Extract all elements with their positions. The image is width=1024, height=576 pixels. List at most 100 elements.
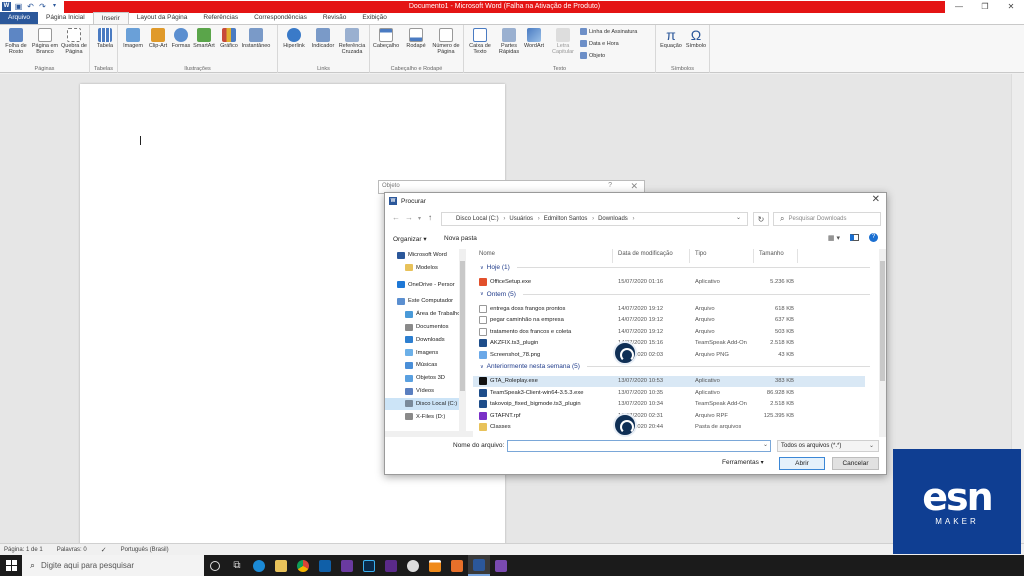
nav-item[interactable]: Vídeos: [385, 385, 459, 397]
nav-item[interactable]: X-Files (D:): [385, 411, 459, 423]
nav-item[interactable]: Microsoft Word: [385, 249, 459, 261]
tab-arquivo[interactable]: Arquivo: [0, 12, 39, 24]
file-row[interactable]: Screenshot_78.png 14/07/2020 02:03 Arquivo…: [473, 350, 865, 361]
cover-page-button[interactable]: Folha de Rosto: [1, 28, 31, 55]
word-taskbar-button[interactable]: [468, 555, 490, 576]
file-row[interactable]: pegar caminhão na empresa 14/07/2020 19:1…: [473, 315, 865, 326]
file-row[interactable]: takovoip_fixed_bigmode.ts3_plugin 13/07/2…: [473, 399, 865, 410]
file-name-input[interactable]: [507, 440, 771, 452]
recent-dropdown-icon[interactable]: ▾: [418, 215, 421, 222]
date-time-button[interactable]: Data e Hora: [580, 40, 619, 47]
file-list-scrollbar[interactable]: [879, 249, 886, 437]
app-orange-button[interactable]: [446, 555, 468, 576]
screenshot-button[interactable]: Instantâneo: [241, 28, 271, 49]
app-purple3-button[interactable]: [490, 555, 512, 576]
signature-line-button[interactable]: Linha de Assinatura: [580, 28, 637, 35]
file-row[interactable]: tratamento dos francos e coleta 14/07/202…: [473, 327, 865, 338]
nav-item[interactable]: Downloads: [385, 334, 459, 346]
edge-button[interactable]: [248, 555, 270, 576]
app-white-button[interactable]: [402, 555, 424, 576]
customize-toolbar-icon[interactable]: ▾: [50, 2, 59, 11]
nav-item[interactable]: Objetos 3D: [385, 372, 459, 384]
scroll-thumb[interactable]: [460, 261, 465, 391]
object-button[interactable]: Objeto: [580, 52, 605, 59]
file-type-select[interactable]: Todos os arquivos (*.*) ⌄: [777, 440, 879, 452]
file-row[interactable]: OfficeSetup.exe 15/07/2020 01:16 Aplicativ…: [473, 277, 865, 288]
tools-button[interactable]: Ferramentas ▾: [722, 459, 764, 466]
nav-item[interactable]: OneDrive - Persor: [385, 279, 459, 291]
file-row[interactable]: Classes 12/07/2020 20:44 Pasta de arquivos: [473, 422, 865, 433]
vegas-button[interactable]: [314, 555, 336, 576]
tab-layout[interactable]: Layout da Página: [129, 12, 196, 24]
nav-item[interactable]: Documentos: [385, 321, 459, 333]
file-group-header[interactable]: ∨ Anteriormente nesta semana (5): [480, 363, 870, 370]
file-name-dropdown-icon[interactable]: ⌄: [763, 441, 768, 448]
nav-item[interactable]: Este Computador: [385, 295, 459, 307]
column-date[interactable]: Data de modificação: [618, 251, 673, 257]
address-bar[interactable]: Disco Local (C:) Usuários Edmilton Santo…: [441, 212, 748, 226]
chrome-button[interactable]: [292, 555, 314, 576]
redo-icon[interactable]: ↷: [38, 2, 47, 11]
taskbar-search[interactable]: ⌕ Digite aqui para pesquisar: [22, 555, 204, 576]
footer-button[interactable]: Rodapé: [401, 28, 431, 49]
help-icon[interactable]: ?: [869, 233, 878, 242]
up-arrow-icon[interactable]: ↑: [428, 213, 432, 222]
page-number-button[interactable]: Número de Página: [431, 28, 461, 55]
nav-item[interactable]: Músicas: [385, 359, 459, 371]
photoshop-button[interactable]: [358, 555, 380, 576]
organize-button[interactable]: Organizar ▾: [393, 235, 427, 243]
tab-revisao[interactable]: Revisão: [315, 12, 354, 24]
file-row[interactable]: GTAFNT.rpf 12/07/2020 02:31 Arquivo RPF 125…: [473, 411, 865, 422]
symbol-button[interactable]: Ω Símbolo: [681, 28, 711, 49]
new-folder-button[interactable]: Nova pasta: [444, 235, 477, 242]
explorer-button[interactable]: [270, 555, 292, 576]
page-count[interactable]: Página: 1 de 1: [4, 547, 43, 553]
page-break-button[interactable]: Quebra de Página: [59, 28, 89, 55]
proofing-icon[interactable]: ✓: [101, 546, 107, 554]
object-dialog-help-button[interactable]: ?: [608, 182, 612, 189]
file-group-header[interactable]: ∨ Hoje (1): [480, 264, 870, 271]
column-name[interactable]: Nome: [479, 251, 495, 257]
minimize-button[interactable]: —: [946, 0, 972, 13]
file-row[interactable]: entrega doss frangos prontos 14/07/2020 1…: [473, 304, 865, 315]
nav-item[interactable]: Disco Local (C:): [385, 397, 459, 410]
language-status[interactable]: Português (Brasil): [121, 547, 169, 553]
breadcrumb-item[interactable]: Disco Local (C:): [456, 216, 505, 222]
breadcrumb-item[interactable]: Downloads: [598, 216, 634, 222]
nav-item[interactable]: Modelos: [385, 262, 459, 274]
nav-item[interactable]: Imagens: [385, 347, 459, 359]
restore-button[interactable]: ❐: [972, 0, 998, 13]
cortana-button[interactable]: [204, 555, 226, 576]
file-row[interactable]: GTA_Roleplay.exe 13/07/2020 10:53 Aplicati…: [473, 376, 865, 387]
header-button[interactable]: Cabeçalho: [371, 28, 401, 49]
undo-icon[interactable]: ↶: [26, 2, 35, 11]
bookmark-button[interactable]: Indicador: [308, 28, 338, 49]
tab-exibicao[interactable]: Exibição: [354, 12, 395, 24]
chart-button[interactable]: Gráfico: [214, 28, 244, 49]
view-options-icon[interactable]: ▦ ▾: [828, 234, 840, 242]
nav-item[interactable]: Área de Trabalho: [385, 308, 460, 320]
start-button[interactable]: [0, 555, 22, 576]
wordart-button[interactable]: WordArt: [519, 28, 549, 49]
tab-referencias[interactable]: Referências: [195, 12, 246, 24]
open-button[interactable]: Abrir: [779, 457, 825, 470]
drop-cap-button[interactable]: Letra Capitular: [548, 28, 578, 55]
horizontal-scrollbar[interactable]: [385, 431, 473, 437]
table-button[interactable]: Tabela: [90, 28, 120, 49]
preview-pane-icon[interactable]: [850, 234, 859, 241]
cancel-button[interactable]: Cancelar: [832, 457, 879, 470]
column-type[interactable]: Tipo: [695, 251, 706, 257]
dialog-close-button[interactable]: ✕: [872, 194, 880, 205]
vlc-button[interactable]: [424, 555, 446, 576]
word-count[interactable]: Palavras: 0: [57, 547, 87, 553]
folder-search[interactable]: ⌕ Pesquisar Downloads: [773, 212, 881, 226]
save-icon[interactable]: ▣: [14, 2, 23, 11]
file-group-header[interactable]: ∨ Ontem (5): [480, 291, 870, 298]
tab-inserir[interactable]: Inserir: [92, 12, 129, 24]
address-dropdown-icon[interactable]: ⌄: [736, 214, 741, 221]
app-purple-button[interactable]: [336, 555, 358, 576]
close-button[interactable]: ✕: [998, 0, 1024, 13]
back-arrow-icon[interactable]: ←: [392, 213, 400, 222]
tab-pagina-inicial[interactable]: Página Inicial: [38, 12, 93, 24]
tab-correspondencias[interactable]: Correspondências: [246, 12, 315, 24]
